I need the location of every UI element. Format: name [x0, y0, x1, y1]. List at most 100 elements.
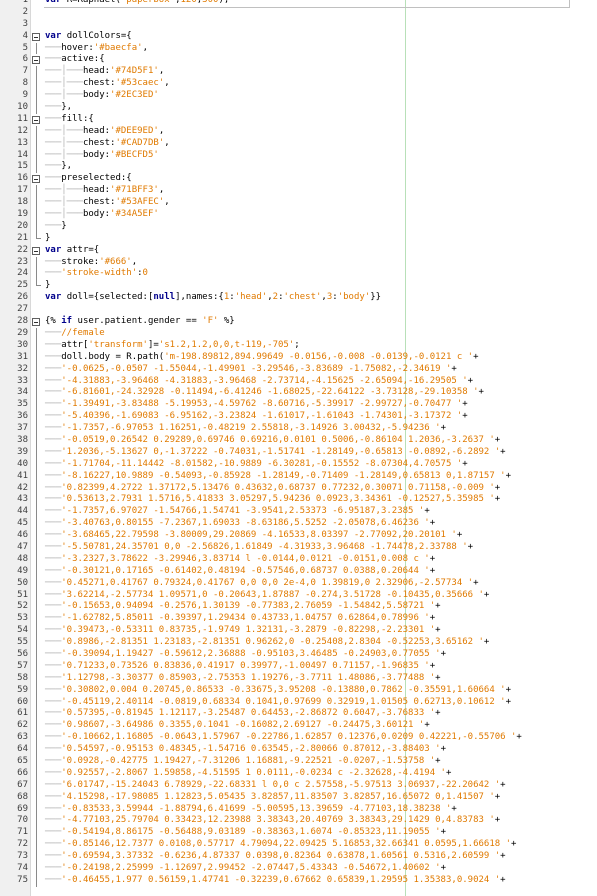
code-line[interactable]: 58 ───'1.12798,-3.30377 0.85903,-2.75353 …	[0, 672, 597, 685]
code-line[interactable]: 10 ───},	[0, 102, 597, 114]
code-line[interactable]: 17 ───│───head:'#71BFF3',	[0, 185, 597, 198]
fold-toggle-icon[interactable]	[32, 32, 40, 41]
code-line[interactable]: 51 ───'3.62214,-2.57734 1.09571,0 -0.2064…	[0, 589, 597, 602]
code-line[interactable]: 46 ───'-3.68465,22.79598 -3.80009,29.2086…	[0, 530, 597, 542]
code-line[interactable]: 11 ───fill:{	[0, 114, 597, 126]
code-line[interactable]: 32 ───'-0.0625,-0.0507 -1.55044,-1.49901 …	[0, 363, 597, 376]
code-line[interactable]: 23 ───stroke:'#666',	[0, 256, 597, 269]
code-line[interactable]: 65 ───'0.0928,-0.42775 1.19427,-7.31206 1…	[0, 756, 597, 768]
code-token: '-4.31883,-3.96468 -4.31883,-3.96468 -2.…	[61, 375, 468, 386]
code-line[interactable]: 27	[0, 304, 597, 316]
code-line[interactable]: 35 ───'-1.39491,-3.83488 -5.19953,-4.5976…	[0, 399, 597, 412]
code-line[interactable]: 68 ───'4.15298,-17.98085 1.12823,5.05435 …	[0, 791, 597, 804]
code-line[interactable]: 33 ───'-4.31883,-3.96468 -4.31883,-3.9646…	[0, 375, 597, 388]
code-line[interactable]: 1 var R=Raphael('paperbox',120,300);	[0, 0, 597, 7]
code-line[interactable]: 74 ───'-0.24198,2.25999 -1.12697,2.99452 …	[0, 863, 597, 875]
code-line[interactable]: 4 var dollColors={	[0, 31, 597, 43]
code-line[interactable]: 36 ───'-5.40396,-1.69083 -6.95162,-3.2382…	[0, 411, 597, 424]
code-token: 'paperbox'	[120, 0, 176, 5]
code-line[interactable]: 47 ───'-5.50781,24.35701 0,0 -2.56826,1.6…	[0, 541, 597, 554]
code-line[interactable]: 45 ───'-3.40763,0.80155 -7.2367,1.69033 -…	[0, 518, 597, 531]
code-line[interactable]: 29 ───//female	[0, 327, 597, 340]
fold-toggle-icon[interactable]	[32, 56, 40, 65]
code-line[interactable]: 31 ───doll.body = R.path('m-198.89812,894…	[0, 351, 597, 364]
code-line[interactable]: 22 var attr={	[0, 245, 597, 257]
code-text: }	[45, 280, 50, 292]
code-line[interactable]: 18 ───│───chest:'#53AFEC',	[0, 197, 597, 210]
code-line[interactable]: 55 ───'0.8986,-2.81351 1.23183,-2.81351 0…	[0, 637, 597, 649]
code-line[interactable]: 53 ───'-1.62782,5.85011 -0.39397,1.29434 …	[0, 613, 597, 626]
code-line[interactable]: 37 ───'-1.7357,-6.97053 1.16251,-0.48219 …	[0, 423, 597, 435]
fold-toggle-icon[interactable]	[32, 115, 40, 124]
code-line[interactable]: 44 ───'-1.7357,6.97027 -1.54766,1.54741 -…	[0, 506, 597, 519]
code-line[interactable]: 63 ───'-0.10662,1.16805 -0.0643,1.57967 -…	[0, 732, 597, 745]
code-token: user.patient.gender ==	[72, 316, 203, 327]
code-text: ───fill:{	[45, 114, 94, 126]
code-line[interactable]: 14 ───│───body:'#BECFD5'	[0, 149, 597, 162]
code-editor[interactable]: 1 var R=Raphael('paperbox',120,300); 2 3 4 va…	[0, 0, 597, 896]
code-line[interactable]: 64 ───'0.54597,-0.95153 0.48345,-1.54716 …	[0, 744, 597, 756]
code-line[interactable]: 59 ───'0.30802,0.004 0.20745,0.86533 -0.3…	[0, 684, 597, 697]
code-line[interactable]: 67 ───'6.01747,-15.24043 6.78929,-22.6833…	[0, 779, 597, 792]
code-line[interactable]: 40 ───'-1.71704,-11.14442 -8.01582,-10.98…	[0, 458, 597, 471]
fold-toggle-icon[interactable]	[32, 246, 40, 255]
code-line[interactable]: 39 ───'1.2036,-5.13627 0,-1.37222 -0.7403…	[0, 446, 597, 459]
code-line[interactable]: 49 ───'-0.30121,0.17165 -0.61402,0.48194 …	[0, 565, 597, 578]
code-line[interactable]: 41 ───'-8.16227,10.9889 -0.54093,-0.85928…	[0, 470, 597, 483]
code-line[interactable]: 43 ───'0.53613,2.7931 1.5716,5.41833 3.05…	[0, 494, 597, 507]
code-line[interactable]: 50 ───'0.45271,0.41767 0.79324,0.41767 0,…	[0, 577, 597, 590]
code-line[interactable]: 66 ───'0.92557,-2.8067 1.59858,-4.51595 1…	[0, 767, 597, 780]
code-line[interactable]: 12 ───│───head:'#DEE9ED',	[0, 125, 597, 138]
code-text: ───'-0.83533,3.59944 -1.88794,6.41699 -5…	[45, 804, 457, 816]
fold-toggle-icon[interactable]	[32, 175, 40, 184]
code-line[interactable]: 5 ───hover:'#baecfa',	[0, 42, 597, 55]
line-number: 68	[17, 791, 28, 802]
code-line[interactable]: 3	[0, 19, 597, 31]
code-line[interactable]: 19 ───│───body:'#34A5EF'	[0, 209, 597, 221]
code-line[interactable]: 38 ───'-0.0519,0.26542 0.29289,0.69746 0.…	[0, 434, 597, 447]
code-line[interactable]: 6 ───active:{	[0, 54, 597, 66]
line-number: 16	[17, 173, 28, 184]
indent-guide: ───	[45, 375, 62, 386]
fold-guide-line	[36, 732, 37, 745]
line-number: 27	[17, 304, 28, 315]
indent-guide: ───	[45, 339, 62, 350]
code-line[interactable]: 9 ───│───body:'#2EC3ED'	[0, 90, 597, 103]
code-line[interactable]: 15 ───},	[0, 161, 597, 174]
code-line[interactable]: 2	[0, 7, 597, 19]
code-line[interactable]: 13 ───│───chest:'#CAD7DB',	[0, 137, 597, 150]
fold-guide-line	[36, 66, 37, 79]
code-line[interactable]: 24 ───'stroke-width':0	[0, 268, 597, 281]
code-line[interactable]: 54 ───'0.39473,-0.53311 0.83735,-1.9749 1…	[0, 625, 597, 638]
indent-guide: ───	[45, 494, 62, 505]
code-line[interactable]: 28 {% if user.patient.gender == 'F' %}	[0, 316, 597, 328]
code-line[interactable]: 16 ───preselected:{	[0, 173, 597, 185]
code-line[interactable]: 7 ───│───head:'#74D5F1',	[0, 66, 597, 79]
code-line[interactable]: 61 ───'0.57395,-0.81945 1.12117,-3.25487 …	[0, 708, 597, 721]
code-line[interactable]: 69 ───'-0.83533,3.59944 -1.88794,6.41699 …	[0, 803, 597, 816]
code-line[interactable]: 26 var doll={selected:[null],names:{1:'he…	[0, 292, 597, 304]
line-number: 24	[17, 268, 28, 279]
code-line[interactable]: 75 ───'-0.46455,1.977 0.56159,1.47741 -0.…	[0, 874, 597, 887]
code-line[interactable]: 30 ───attr['transform']='s1.2,1.2,0,0,t-1…	[0, 339, 597, 352]
code-line[interactable]: 34 ───'-6.81601,-24.32928 -0.11494,-6.412…	[0, 387, 597, 400]
code-line[interactable]: 70 ───'-4.77103,25.79704 0.33423,12.23988…	[0, 815, 597, 828]
fold-toggle-icon[interactable]	[32, 318, 40, 327]
code-line[interactable]: 56 ───'-0.39094,1.19427 -0.59612,2.36888 …	[0, 648, 597, 661]
code-line[interactable]: 52 ───'-0.15653,0.94094 -0.2576,1.30139 -…	[0, 601, 597, 614]
code-line[interactable]: 73 ───'-0.69594,3.37332 -0.6236,4.87337 0…	[0, 851, 597, 864]
code-line[interactable]: 72 ───'-0.85146,12.7377 0.0108,0.57717 4.…	[0, 839, 597, 852]
code-line[interactable]: 57 ───'0.71233,0.73526 0.83836,0.41917 0.…	[0, 660, 597, 673]
code-line[interactable]: 21}	[0, 232, 597, 245]
code-line[interactable]: 71 ───'-0.54194,8.86175 -0.56488,9.03189 …	[0, 827, 597, 840]
fold-guide-line	[36, 863, 37, 875]
code-line[interactable]: 62 ───'0.98607,-3.64986 0.3355,0.1041 -0.…	[0, 720, 597, 733]
code-line[interactable]: 20 ───}	[0, 220, 597, 233]
code-line[interactable]: 25}	[0, 280, 597, 292]
code-line[interactable]: 42 ───'0.82399,4.2722 1.37172,5.13476 0.4…	[0, 482, 597, 495]
code-line[interactable]: 48 ───'-3.2327,3.78622 -3.29946,3.83714 l…	[0, 553, 597, 566]
code-line[interactable]: 8 ───│───chest:'#53caec',	[0, 78, 597, 91]
fold-guide-line	[36, 720, 37, 733]
line-number: 5	[22, 42, 28, 53]
code-line[interactable]: 60 ───'-0.45119,2.40114 -0.0819,0.68334 0…	[0, 696, 597, 709]
